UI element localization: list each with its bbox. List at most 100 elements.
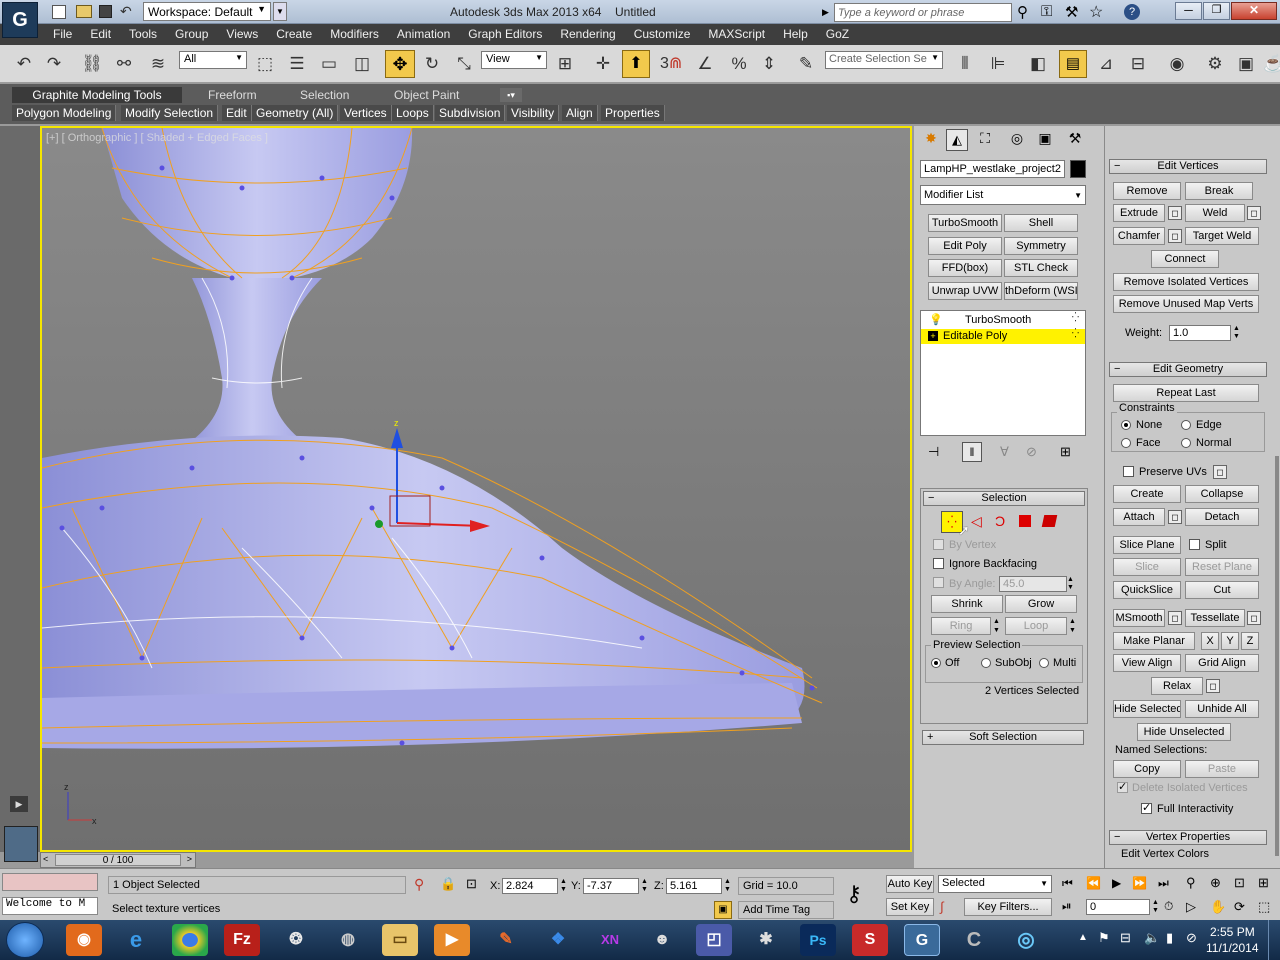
material-editor-icon[interactable]: ◉ (1165, 52, 1189, 76)
spinner-arrows-icon[interactable]: ▲ ▼ (641, 878, 651, 894)
constraint-none-radio[interactable] (1121, 420, 1131, 430)
save-file-icon[interactable] (99, 5, 112, 18)
tab-freeform[interactable]: Freeform (200, 87, 265, 103)
clock-time[interactable]: 2:55 PM (1210, 925, 1255, 939)
3dsmax-taskbar-icon[interactable]: G (904, 924, 940, 956)
go-to-end-icon[interactable]: ⏭ (1158, 876, 1169, 891)
ribbon-polygon-modeling[interactable]: Polygon Modeling (12, 105, 117, 121)
menu-goz[interactable]: GoZ (817, 24, 858, 44)
loop-button[interactable]: Loop (1005, 617, 1067, 635)
pixologic-icon[interactable]: ◰ (696, 924, 732, 956)
volume-icon[interactable]: 🔈 (1144, 930, 1160, 946)
preview-off-radio[interactable] (931, 658, 941, 668)
stack-item-turbosmooth[interactable]: 💡 TurboSmooth ⁛ (921, 312, 1085, 328)
attach-settings-icon[interactable]: ◻ (1168, 510, 1182, 524)
search-arrow-icon[interactable]: ▶ (822, 3, 832, 21)
menu-help[interactable]: Help (774, 24, 817, 44)
pan-icon[interactable]: ✋ (1210, 899, 1226, 915)
rectangle-selection-icon[interactable]: ▭ (317, 52, 341, 76)
menu-tools[interactable]: Tools (120, 24, 166, 44)
modifier-edit-poly-button[interactable]: Edit Poly (928, 237, 1002, 255)
edit-named-selection-icon[interactable]: ✎ (794, 52, 818, 76)
zoom-icon[interactable]: ⚲ (1186, 875, 1196, 891)
modifier-symmetry-button[interactable]: Symmetry (1004, 237, 1078, 255)
constraint-face-radio[interactable] (1121, 438, 1131, 448)
unhide-all-button[interactable]: Unhide All (1185, 700, 1259, 718)
key-mode-toggle-icon[interactable]: ⏯ (1062, 899, 1072, 914)
orbit-icon[interactable]: ⟳ (1234, 899, 1245, 915)
blender-icon[interactable]: ❂ (278, 924, 314, 956)
weight-spinner[interactable]: 1.0 (1169, 325, 1231, 341)
full-interactivity-checkbox[interactable] (1141, 801, 1152, 814)
border-mode-icon[interactable]: Ɔ (995, 513, 1005, 529)
media-player-icon[interactable]: ▶ (434, 924, 470, 956)
spinner-snap-icon[interactable]: ⇕ (757, 52, 781, 76)
time-slider[interactable]: < 0 / 100 > (40, 852, 196, 868)
binoculars-icon[interactable]: ⚲ (1017, 3, 1028, 21)
modifier-shell-button[interactable]: Shell (1004, 214, 1078, 232)
menu-maxscript[interactable]: MAXScript (699, 24, 774, 44)
shrink-button[interactable]: Shrink (931, 595, 1003, 613)
menu-create[interactable]: Create (267, 24, 321, 44)
ribbon-geometry-all[interactable]: Geometry (All) (252, 105, 339, 121)
viewport-layout-icon[interactable] (4, 826, 38, 862)
selection-rollout-header[interactable]: − Selection (923, 491, 1085, 506)
delete-isolated-vertices-checkbox[interactable] (1117, 780, 1128, 793)
chamfer-settings-icon[interactable]: ◻ (1168, 229, 1182, 243)
time-configuration-icon[interactable]: ⏱ (1164, 899, 1173, 914)
display-tab-icon[interactable]: ▣ (1034, 130, 1056, 150)
grow-button[interactable]: Grow (1005, 595, 1077, 613)
menu-customize[interactable]: Customize (625, 24, 700, 44)
zoom-all-icon[interactable]: ⊕ (1210, 875, 1221, 891)
clock-date[interactable]: 11/1/2014 (1206, 941, 1259, 955)
constraint-edge-radio[interactable] (1181, 420, 1191, 430)
create-button[interactable]: Create (1113, 485, 1181, 503)
remove-button[interactable]: Remove (1113, 182, 1181, 200)
tray-expand-icon[interactable]: ▲ (1078, 932, 1088, 943)
layer-manager-icon[interactable]: ◧ (1026, 52, 1050, 76)
open-file-icon[interactable] (76, 5, 92, 18)
menu-rendering[interactable]: Rendering (551, 24, 624, 44)
app-icon[interactable]: ◍ (330, 924, 366, 956)
graphite-toggle-icon[interactable]: ▤ (1059, 50, 1087, 78)
ribbon-modify-selection[interactable]: Modify Selection (121, 105, 219, 121)
key-mode-dropdown[interactable]: Selected ▼ (938, 875, 1052, 893)
modifier-turbosmooth-button[interactable]: TurboSmooth (928, 214, 1002, 232)
ring-button[interactable]: Ring (931, 617, 991, 635)
utilities-tab-icon[interactable]: ⚒ (1064, 130, 1086, 150)
ribbon-edit[interactable]: Edit (222, 105, 252, 121)
menu-group[interactable]: Group (166, 24, 217, 44)
tab-graphite-modeling-tools[interactable]: Graphite Modeling Tools (12, 87, 182, 103)
chamfer-button[interactable]: Chamfer (1113, 227, 1165, 245)
target-weld-button[interactable]: Target Weld (1185, 227, 1259, 245)
relax-button[interactable]: Relax (1151, 677, 1203, 695)
ribbon-loops[interactable]: Loops (392, 105, 434, 121)
make-unique-icon[interactable]: ∀ (1000, 444, 1009, 460)
maximize-viewport-icon[interactable]: ⬚ (1258, 899, 1270, 915)
preserve-uvs-checkbox[interactable] (1123, 466, 1134, 477)
move-tool-icon[interactable]: ✥ (385, 50, 415, 78)
menu-graph-editors[interactable]: Graph Editors (459, 24, 551, 44)
internet-explorer-icon[interactable]: e (118, 924, 154, 956)
x-coord-field[interactable]: 2.824 (502, 878, 558, 894)
make-planar-button[interactable]: Make Planar (1113, 632, 1195, 650)
undo-icon[interactable]: ↶ (12, 52, 36, 76)
network-icon[interactable]: ⊟ (1120, 930, 1131, 946)
remove-unused-map-verts-button[interactable]: Remove Unused Map Verts (1113, 295, 1259, 313)
minimize-button[interactable]: ─ (1175, 2, 1202, 20)
app-logo-icon[interactable]: G (2, 2, 38, 38)
expand-arrow-icon[interactable]: ▶ (10, 796, 28, 812)
collapse-button[interactable]: Collapse (1185, 485, 1259, 503)
grid-align-button[interactable]: Grid Align (1185, 654, 1259, 672)
file-explorer-icon[interactable]: ▭ (382, 924, 418, 956)
snap-toggle-icon[interactable]: 3⋒ (660, 53, 682, 73)
paste-button[interactable]: Paste (1185, 760, 1259, 778)
lock-selection-icon[interactable]: 🔒 (440, 876, 456, 892)
chrome-icon[interactable] (172, 924, 208, 956)
star-icon[interactable]: ☆ (1089, 2, 1103, 22)
planar-y-button[interactable]: Y (1221, 632, 1239, 650)
ribbon-options-icon[interactable]: ▪▾ (500, 88, 522, 102)
next-frame-icon[interactable]: ⏩ (1132, 876, 1147, 890)
weld-settings-icon[interactable]: ◻ (1247, 206, 1261, 220)
reference-coordinate-dropdown[interactable]: View ▼ (481, 51, 547, 69)
